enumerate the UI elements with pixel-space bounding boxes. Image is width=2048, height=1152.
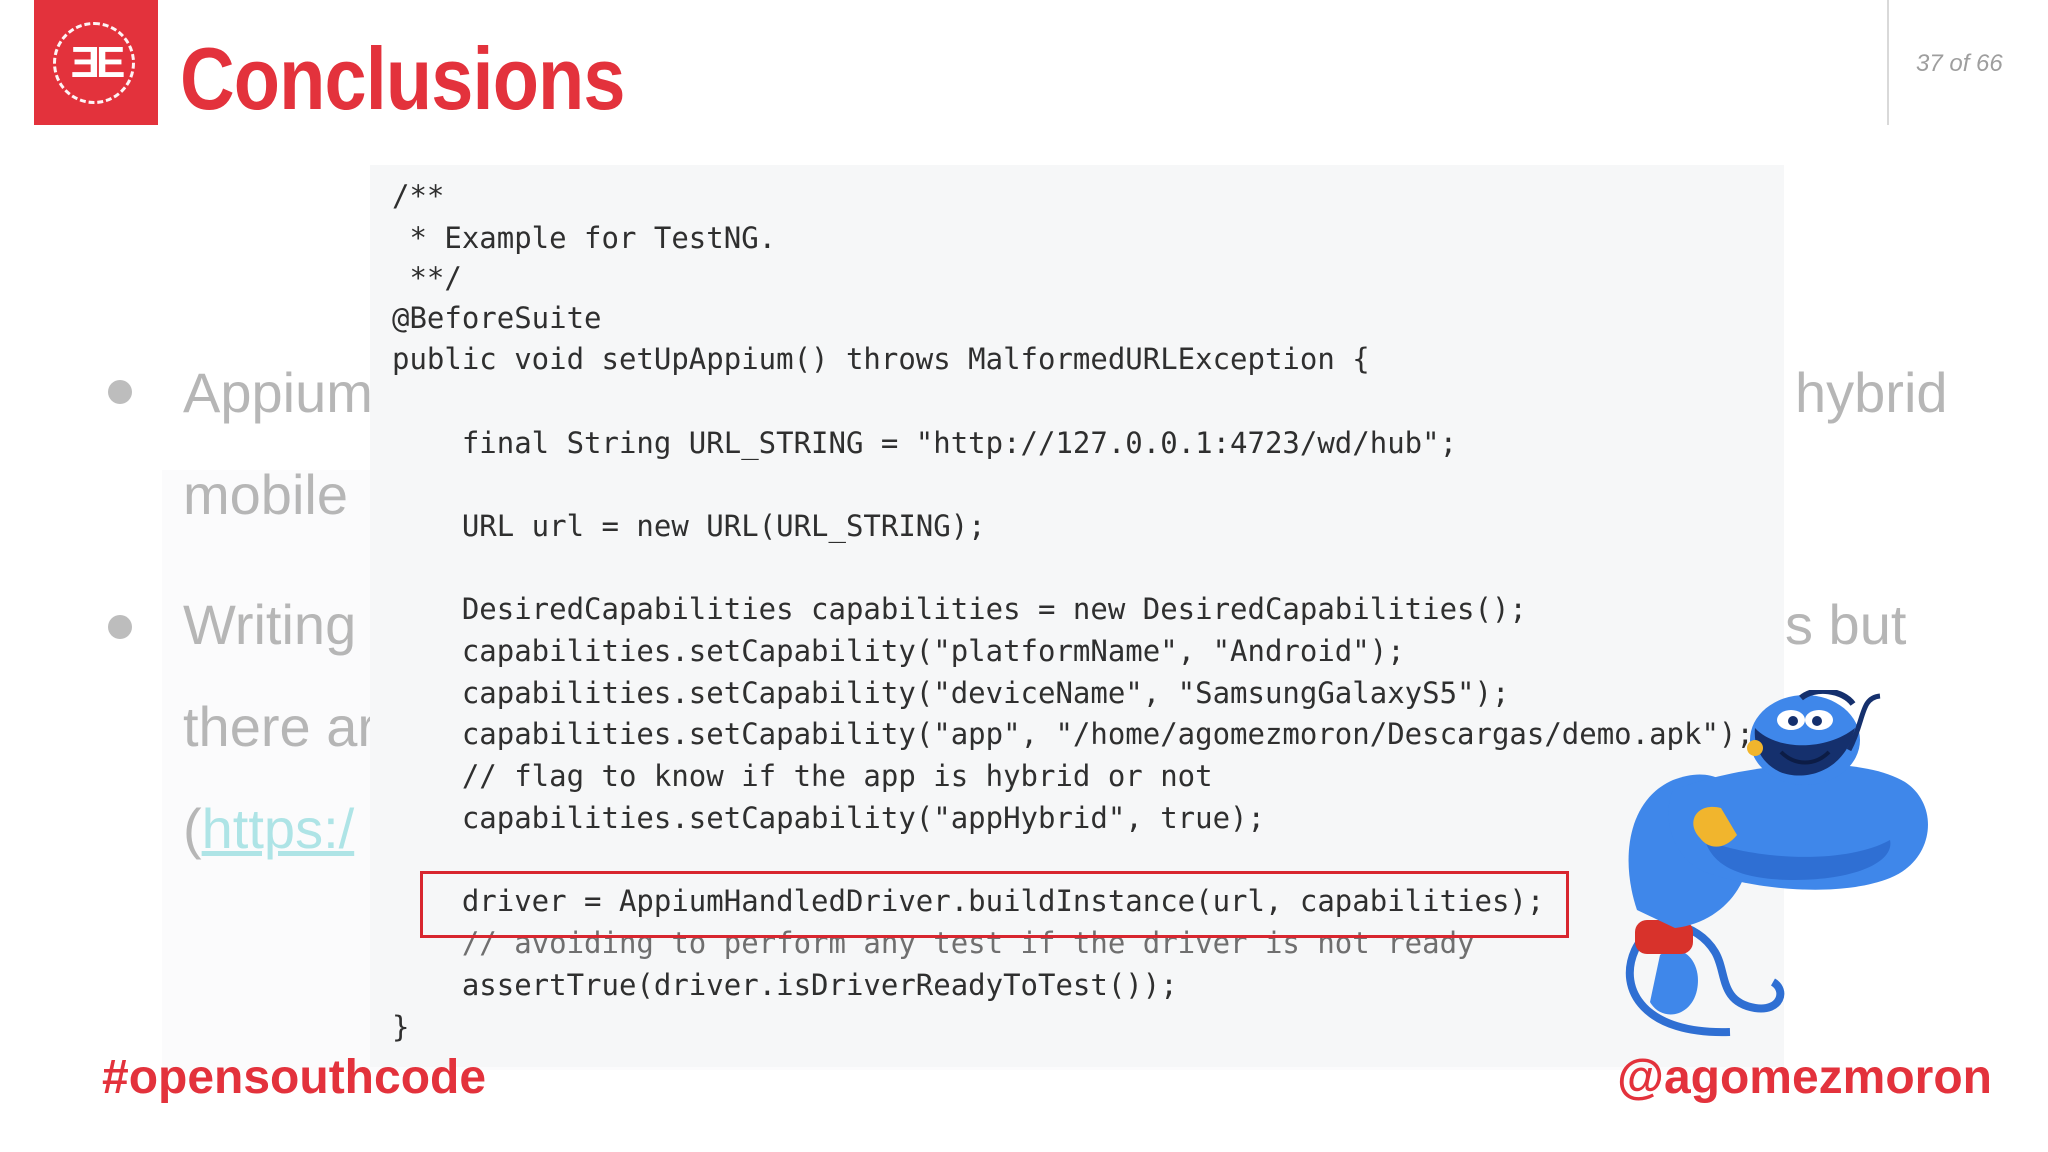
code-line-5: public void setUpAppium() throws Malform… (392, 342, 1370, 376)
bullet-1-text-line2: mobile (183, 463, 348, 526)
bullet-2-text-left: Writing (183, 593, 357, 656)
bullet-1-text-left: Appium (183, 361, 373, 424)
code-line-10: capabilities.setCapability("deviceName",… (392, 676, 1510, 710)
code-line-9: capabilities.setCapability("platformName… (392, 634, 1405, 668)
code-line-11: capabilities.setCapability("app", "/home… (392, 717, 1754, 751)
code-line-4: @BeforeSuite (392, 301, 602, 335)
highlight-box (420, 871, 1569, 938)
bullet-2-text-right: s but (1785, 593, 1907, 656)
code-line-7: URL url = new URL(URL_STRING); (392, 509, 986, 543)
genie-illustration (1625, 690, 1928, 1037)
bullet-dot-2 (108, 615, 132, 639)
slide-title: Conclusions (180, 29, 626, 128)
logo-text: ƎE (70, 38, 126, 87)
bullet-link[interactable]: https:/ (202, 797, 355, 860)
link-open-paren: ( (183, 797, 202, 860)
code-line-12: // flag to know if the app is hybrid or … (392, 759, 1213, 793)
code-line-17: } (392, 1010, 410, 1044)
code-line-6: final String URL_STRING = "http://127.0.… (392, 426, 1458, 460)
bullet-2-link-line: (https:/ (183, 796, 354, 861)
bullet-2-text-line2: there ar (183, 695, 376, 758)
code-line-16: assertTrue(driver.isDriverReadyToTest())… (392, 968, 1178, 1002)
bullet-1-text-right: hybrid (1795, 361, 1948, 424)
header-divider (1887, 0, 1889, 125)
page-indicator: 37 of 66 (1916, 50, 2003, 77)
bullet-dot-1 (108, 380, 132, 404)
event-hashtag: #opensouthcode (102, 1051, 487, 1104)
code-line-1: /** (392, 179, 445, 213)
author-handle: @agomezmoron (1617, 1051, 1992, 1104)
code-line-8: DesiredCapabilities capabilities = new D… (392, 592, 1527, 626)
code-line-3: **/ (392, 261, 462, 295)
code-line-13: capabilities.setCapability("appHybrid", … (392, 801, 1265, 835)
brand-logo[interactable]: ƎE (34, 0, 158, 125)
code-line-2: * Example for TestNG. (392, 221, 777, 255)
